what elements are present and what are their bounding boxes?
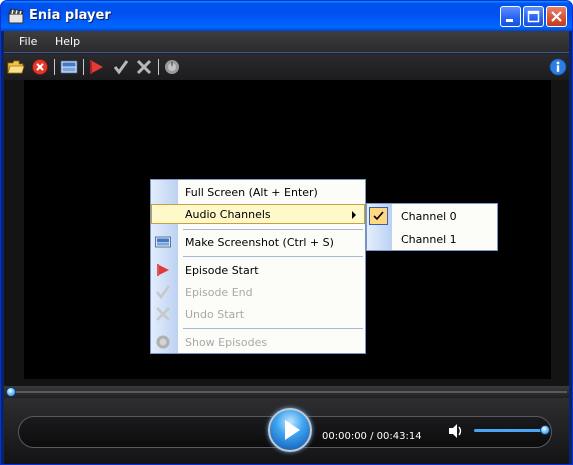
volume-slider-track[interactable]	[474, 429, 546, 432]
info-button[interactable]	[549, 58, 567, 76]
menu-item-label: Episode End	[185, 286, 253, 299]
show-episodes-icon	[165, 60, 179, 74]
total-time: 00:43:14	[376, 431, 422, 442]
seek-bar[interactable]	[4, 386, 569, 398]
submenu-arrow-icon	[352, 211, 356, 219]
open-button[interactable]	[7, 58, 25, 76]
maximize-button[interactable]	[523, 6, 544, 27]
episode-start-icon	[90, 60, 103, 74]
film-clapper-icon	[8, 8, 24, 24]
toolbar-separator	[83, 59, 84, 75]
menu-separator	[183, 328, 363, 329]
audio-channels-submenu: Channel 0 Channel 1	[366, 203, 498, 251]
menu-bar: File Help	[4, 31, 569, 53]
open-folder-icon	[7, 60, 25, 74]
stop-icon	[32, 59, 48, 75]
menu-item-show-episodes[interactable]: Show Episodes	[151, 332, 365, 352]
menu-item-undo-start[interactable]: Undo Start	[151, 304, 365, 324]
screenshot-button[interactable]	[60, 58, 78, 76]
maximize-icon	[527, 10, 540, 23]
episode-start-button[interactable]	[88, 58, 106, 76]
time-separator: /	[366, 431, 377, 442]
title-bar[interactable]: Enia player	[1, 1, 572, 31]
show-episodes-button[interactable]	[163, 58, 181, 76]
minimize-button[interactable]	[500, 6, 521, 27]
episode-end-button[interactable]	[112, 58, 130, 76]
menu-item-label: Show Episodes	[185, 336, 268, 349]
submenu-item-channel-1[interactable]: Channel 1	[367, 228, 497, 250]
seek-handle[interactable]	[6, 387, 16, 397]
time-display: 00:00:00 / 00:43:14	[322, 431, 422, 442]
info-icon	[549, 58, 567, 76]
menu-item-audio-channels[interactable]: Audio Channels	[151, 204, 365, 224]
play-icon	[285, 420, 300, 440]
current-time: 00:00:00	[322, 431, 367, 442]
submenu-item-label: Channel 1	[401, 233, 457, 246]
close-button[interactable]	[546, 6, 567, 27]
menu-item-episode-start[interactable]: Episode Start	[151, 260, 365, 280]
volume-icon[interactable]	[447, 423, 465, 439]
menu-item-label: Make Screenshot (Ctrl + S)	[185, 236, 334, 249]
submenu-item-label: Channel 0	[401, 210, 457, 223]
episode-end-icon	[113, 60, 129, 75]
menu-item-make-screenshot[interactable]: Make Screenshot (Ctrl + S)	[151, 232, 365, 252]
toolbar	[4, 54, 569, 80]
menu-item-full-screen[interactable]: Full Screen (Alt + Enter)	[151, 182, 365, 202]
seek-track[interactable]	[6, 391, 567, 393]
undo-start-icon	[156, 307, 170, 321]
menu-item-episode-end[interactable]: Episode End	[151, 282, 365, 302]
menu-item-label: Full Screen (Alt + Enter)	[185, 186, 318, 199]
undo-start-button[interactable]	[135, 58, 153, 76]
window-title: Enia player	[29, 8, 111, 23]
episode-start-icon	[157, 264, 169, 276]
menu-item-label: Undo Start	[185, 308, 245, 321]
show-episodes-icon	[156, 335, 170, 349]
volume-slider-handle[interactable]	[540, 425, 550, 435]
screenshot-icon	[60, 60, 78, 74]
close-icon	[551, 11, 562, 22]
menu-item-label: Episode Start	[185, 264, 259, 277]
menu-file[interactable]: File	[19, 35, 37, 48]
toolbar-separator	[54, 59, 55, 75]
menu-separator	[183, 229, 363, 230]
episode-end-icon	[155, 285, 171, 300]
undo-start-icon	[136, 59, 152, 75]
menu-help[interactable]: Help	[55, 35, 80, 48]
play-button[interactable]	[268, 408, 312, 452]
stop-button[interactable]	[31, 58, 49, 76]
screenshot-icon	[155, 236, 171, 248]
checkmark-icon	[373, 211, 384, 221]
playback-controls: 00:00:00 / 00:43:14	[4, 398, 569, 464]
submenu-item-channel-0[interactable]: Channel 0	[367, 205, 497, 227]
menu-separator	[183, 256, 363, 257]
toolbar-separator	[158, 59, 159, 75]
minimize-icon	[506, 19, 513, 22]
checkmark-box	[369, 207, 388, 225]
context-menu: Full Screen (Alt + Enter) Audio Channels…	[150, 179, 366, 354]
menu-item-label: Audio Channels	[185, 208, 271, 221]
